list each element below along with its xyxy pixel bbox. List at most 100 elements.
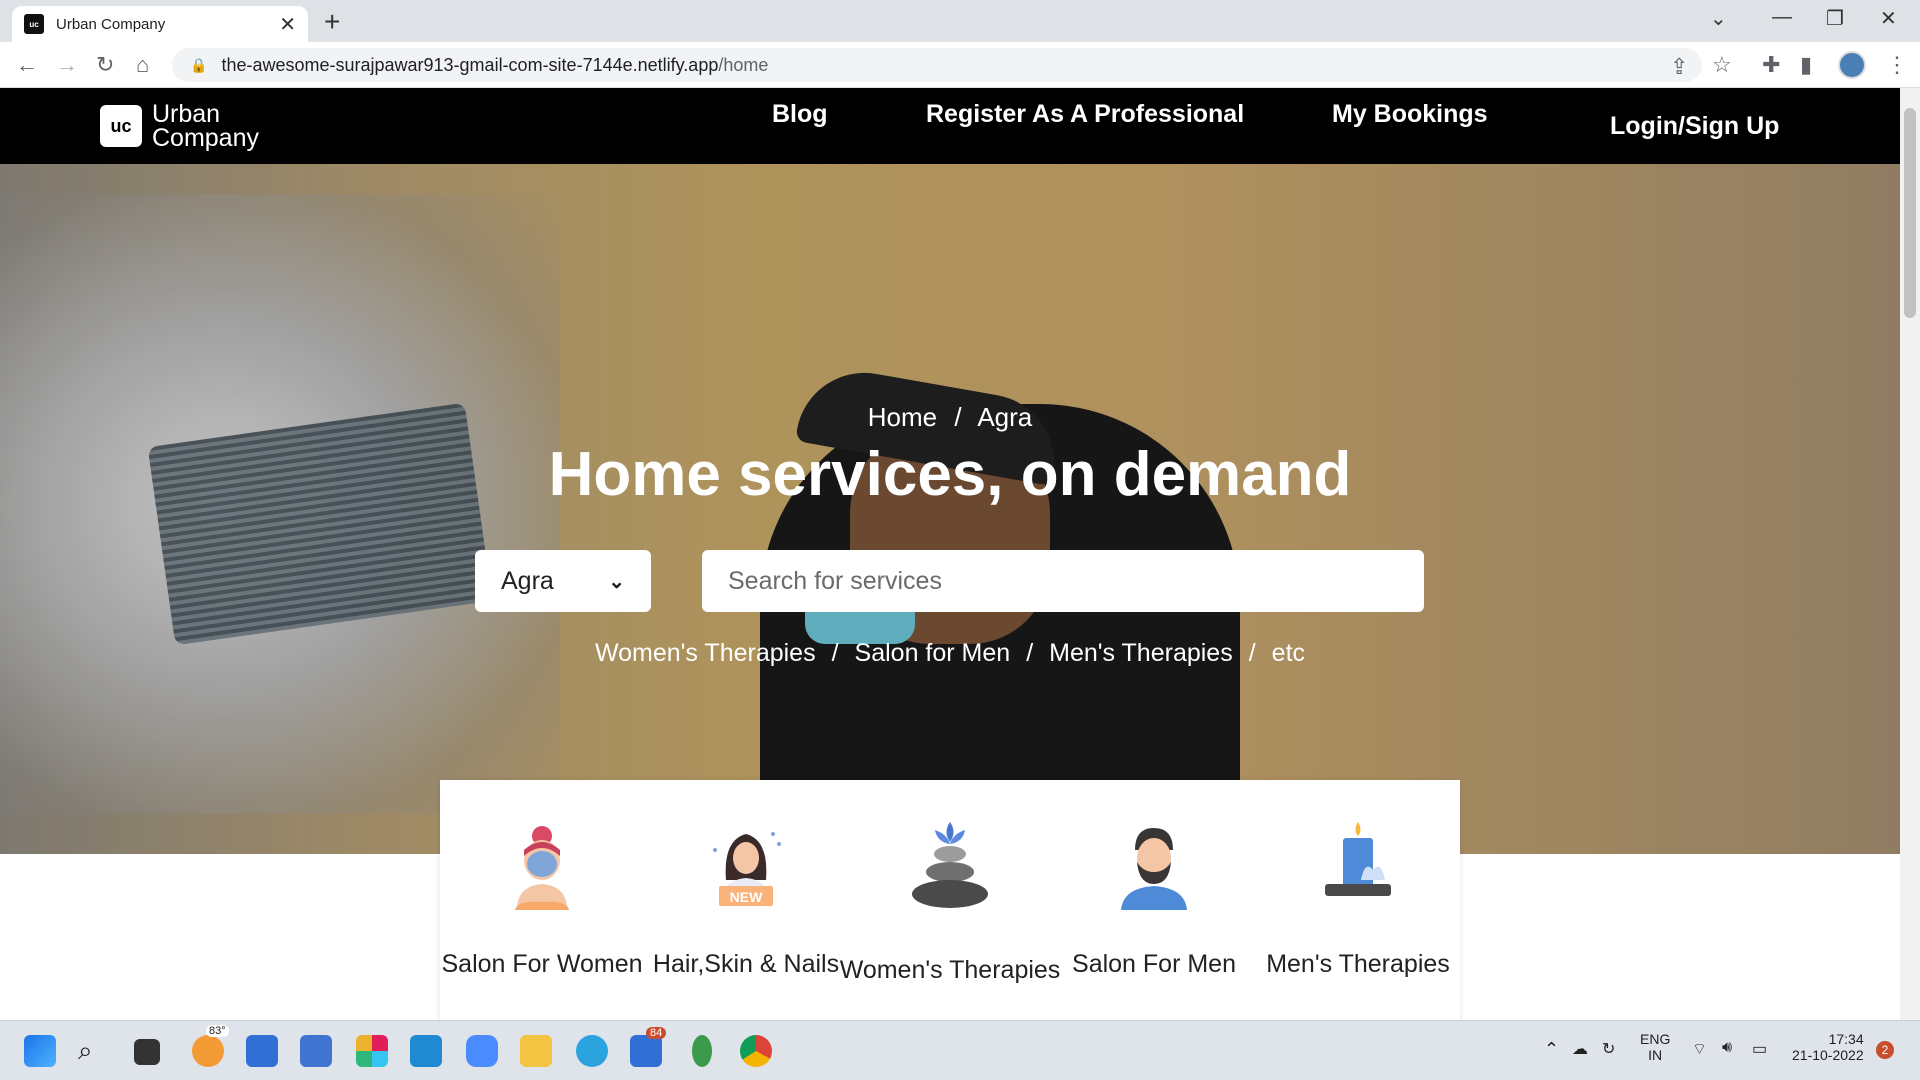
candle-lotus-icon [1325,822,1391,896]
home-icon[interactable]: ⌂ [136,52,149,78]
url-path: /home [718,54,769,75]
quick-link-womens-therapies[interactable]: Women's Therapies [595,639,816,667]
category-label: Hair,Skin & Nails [652,950,840,978]
category-label: Men's Therapies [1266,950,1450,978]
start-windows-icon[interactable] [24,1035,56,1067]
nav-link-my-bookings[interactable]: My Bookings [1332,100,1488,129]
browser-toolbar: ← → ↻ ⌂ 🔒 the-awesome-surajpawar913-gmai… [0,42,1920,88]
category-label: Women's Therapies [839,956,1061,984]
chevron-down-icon: ⌄ [608,570,625,593]
language-line2: IN [1648,1047,1663,1063]
weather-badge: 83° [206,1025,229,1037]
browser-tab-strip: uc Urban Company ✕ + ⌄ — ❐ ✕ [0,0,1920,42]
file-explorer-icon[interactable] [520,1035,552,1067]
site-logo[interactable]: uc Urban Company [100,100,259,152]
notification-badge[interactable]: 2 [1876,1041,1894,1059]
category-card-womens-therapies[interactable]: Women's Therapies [840,820,1060,1020]
wifi-icon[interactable]: ⌔ [1692,1039,1707,1059]
clock[interactable]: 17:34 21-10-2022 [1792,1031,1864,1063]
tab-search-chevron-icon[interactable]: ⌄ [1710,6,1727,31]
web-page: uc Urban Company Blog Register As A Prof… [0,88,1900,1020]
reload-icon[interactable]: ↻ [96,52,114,78]
battery-icon[interactable]: ▭ [1752,1039,1767,1059]
quick-link-salon-for-men[interactable]: Salon for Men [855,639,1011,667]
city-select[interactable]: Agra ⌄ [475,550,651,612]
woman-new-badge-icon: NEW [713,832,781,906]
search-input[interactable] [702,550,1424,612]
scrollbar-thumb[interactable] [1904,108,1916,318]
logo-line2: Company [152,124,259,152]
breadcrumb-city[interactable]: Agra [977,402,1032,432]
category-card-salon-for-men[interactable]: Salon For Men [1059,820,1249,1020]
windows-taskbar: ⌕ 83° 84 ⌃ ☁ ↻ ENG IN ⌔ 🔊︎ ▭ 17:34 21-10… [0,1020,1920,1080]
quick-link-separator: / [1026,639,1034,667]
tab-title: Urban Company [56,15,166,33]
bookmark-star-icon[interactable]: ☆ [1712,52,1732,78]
restore-icon[interactable]: ❐ [1826,6,1844,31]
new-badge-text: NEW [730,889,763,905]
hero-banner: Home / Agra Home services, on demand Agr… [0,164,1900,854]
category-cards: Salon For Women NEW Hair,Skin & Nails Wo… [440,780,1460,1020]
language-line1: ENG [1640,1031,1671,1047]
minimize-icon[interactable]: — [1772,6,1792,29]
breadcrumb: Home / Agra [0,402,1900,433]
nav-link-blog[interactable]: Blog [772,100,828,129]
page-scrollbar[interactable] [1900,88,1920,1020]
slack-icon[interactable] [356,1035,388,1067]
new-tab-icon[interactable]: + [324,6,340,38]
nav-link-register-professional[interactable]: Register As A Professional [926,100,1244,129]
url-text: the-awesome-surajpawar913-gmail-com-site… [221,55,768,76]
quick-links: Women's Therapies / Salon for Men / Men's Th… [0,639,1900,668]
messages-icon[interactable] [630,1035,662,1067]
category-label: Salon For Men [1072,950,1236,978]
close-window-icon[interactable]: ✕ [1880,6,1897,31]
telegram-icon[interactable] [576,1035,608,1067]
woman-face-mask-icon [515,826,569,910]
onedrive-icon[interactable]: ☁ [1572,1039,1588,1059]
logo-line1: Urban [152,100,221,128]
quick-link-mens-therapies[interactable]: Men's Therapies [1049,639,1233,667]
logo-mark: uc [100,105,142,147]
quick-link-separator: / [831,639,839,667]
clock-date: 21-10-2022 [1792,1047,1864,1063]
side-panel-icon[interactable]: ▮ [1800,52,1812,78]
url-host: the-awesome-surajpawar913-gmail-com-site… [221,54,719,75]
category-card-hair-skin-nails[interactable]: NEW Hair,Skin & Nails [651,820,841,1020]
mongodb-icon[interactable] [692,1035,712,1067]
search-icon[interactable]: ⌕ [78,1035,110,1067]
category-card-salon-for-women[interactable]: Salon For Women [442,820,643,1020]
menu-kebab-icon[interactable]: ⋮ [1886,52,1908,78]
forward-icon[interactable]: → [56,52,78,78]
back-icon[interactable]: ← [16,52,38,78]
quick-link-separator: / [1248,639,1256,667]
browser-tab[interactable]: uc Urban Company ✕ [12,6,308,42]
weather-icon[interactable] [192,1035,224,1067]
mail-icon[interactable] [300,1035,332,1067]
tab-favicon: uc [24,14,44,34]
telegram-badge: 84 [646,1027,667,1039]
lock-icon: 🔒 [190,56,208,73]
bearded-man-icon [1121,828,1187,910]
volume-icon[interactable]: 🔊︎ [1722,1039,1732,1057]
quick-link-etc[interactable]: etc [1272,639,1305,667]
extensions-icon[interactable]: ✚ [1762,52,1780,78]
category-card-mens-therapies[interactable]: Men's Therapies [1263,820,1453,1020]
chrome-icon[interactable] [740,1035,772,1067]
nav-link-login-signup[interactable]: Login/Sign Up [1610,112,1779,141]
sync-icon[interactable]: ↻ [1602,1039,1615,1059]
breadcrumb-home[interactable]: Home [868,402,937,432]
zoom-icon[interactable] [466,1035,498,1067]
store-icon[interactable] [246,1035,278,1067]
task-view-icon[interactable] [134,1039,160,1065]
share-icon[interactable]: ⇪ [1670,54,1688,80]
profile-avatar[interactable] [1838,51,1866,79]
show-hidden-icons-icon[interactable]: ⌃ [1544,1039,1559,1060]
address-bar[interactable]: 🔒 the-awesome-surajpawar913-gmail-com-si… [172,48,1702,82]
vscode-icon[interactable] [410,1035,442,1067]
logo-text: Urban Company [152,100,259,152]
city-select-value: Agra [501,566,554,595]
clock-time: 17:34 [1828,1031,1864,1047]
site-navbar: uc Urban Company Blog Register As A Prof… [0,88,1900,164]
tab-close-icon[interactable]: ✕ [279,12,296,37]
language-indicator[interactable]: ENG IN [1640,1031,1670,1063]
